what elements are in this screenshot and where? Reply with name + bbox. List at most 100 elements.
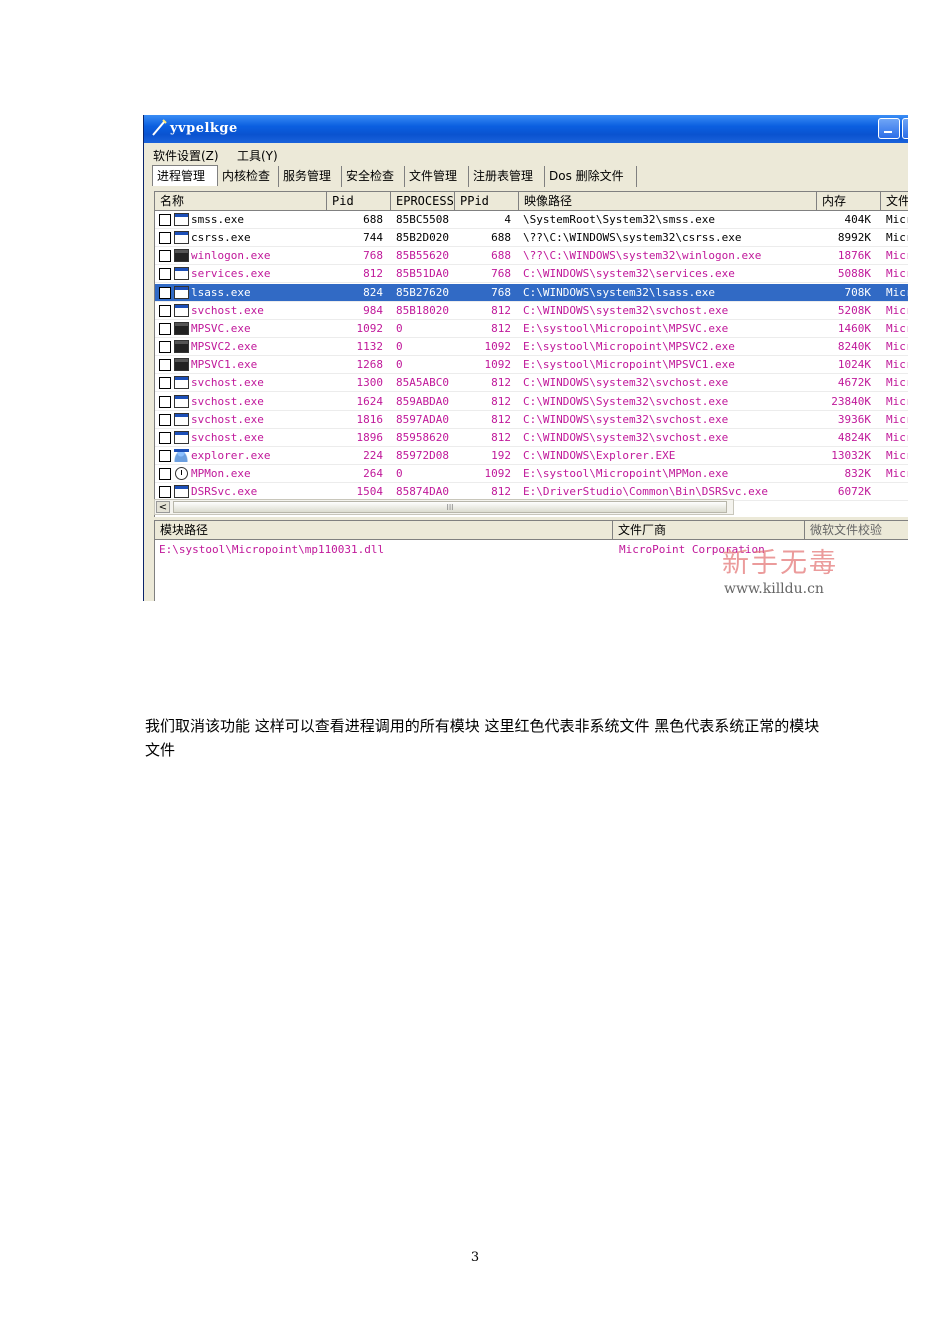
- table-row[interactable]: lsass.exe 824 85B27620 768 C:\WINDOWS\system…: [155, 283, 908, 302]
- cell-name: explorer.exe: [191, 448, 271, 462]
- process-table: 名称 Pid EPROCESS PPid 映像路径 内存 文件 smss.exe…: [154, 191, 908, 517]
- cell-eprocess: 0: [396, 321, 403, 335]
- table-row[interactable]: winlogon.exe 768 85B55620 688 \??\C:\WINDOWS…: [155, 247, 908, 266]
- col-image-path[interactable]: 映像路径: [519, 192, 817, 210]
- row-checkbox[interactable]: [159, 250, 171, 263]
- cell-name: svchost.exe: [191, 430, 264, 444]
- cell-path: \??\C:\WINDOWS\system32\winlogon.exe: [523, 249, 762, 263]
- cell-ppid: 812: [491, 321, 511, 335]
- table-row[interactable]: smss.exe 688 85BC5508 4 \SystemRoot\System32…: [155, 211, 908, 229]
- cell-pid: 1132: [356, 340, 384, 354]
- cell-name: lsass.exe: [191, 285, 251, 299]
- table-row[interactable]: svchost.exe 1816 8597ADA0 812 C:\WINDOWS\sys…: [155, 411, 908, 429]
- menu-settings[interactable]: 软件设置(Z): [153, 147, 219, 164]
- minimize-button[interactable]: [878, 118, 900, 139]
- col-ppid[interactable]: PPid: [455, 192, 519, 210]
- table-row[interactable]: csrss.exe 744 85B2D020 688 \??\C:\WINDOWS\sy…: [155, 229, 908, 248]
- row-checkbox[interactable]: [159, 377, 171, 390]
- row-checkbox[interactable]: [159, 322, 171, 335]
- minimize-icon: [884, 131, 892, 133]
- col-module-path[interactable]: 模块路径: [155, 521, 613, 539]
- col-name[interactable]: 名称: [155, 192, 327, 210]
- cell-company: Micr: [886, 321, 908, 335]
- cell-ppid: 812: [491, 394, 511, 408]
- table-row[interactable]: svchost.exe 1624 859ABDA0 812 C:\WINDOWS\Sys…: [155, 393, 908, 411]
- table-row[interactable]: MPSVC2.exe 1132 0 1092 E:\systool\Micropoint…: [155, 338, 908, 357]
- row-checkbox[interactable]: [159, 286, 171, 299]
- tab-dos-delete[interactable]: Dos 删除文件: [545, 166, 637, 187]
- row-checkbox[interactable]: [159, 486, 171, 499]
- table-row[interactable]: services.exe 812 85B51DA0 768 C:\WINDOWS\sys…: [155, 265, 908, 284]
- cell-mem: 3936K: [837, 412, 871, 426]
- maximize-button[interactable]: [902, 118, 908, 139]
- cell-pid: 744: [363, 231, 383, 245]
- cell-pid: 1300: [356, 376, 384, 390]
- cell-name: smss.exe: [191, 213, 244, 226]
- table-row[interactable]: svchost.exe 1896 85958620 812 C:\WINDOWS\sys…: [155, 429, 908, 447]
- tab-registry[interactable]: 注册表管理: [469, 166, 545, 187]
- window-icon: [174, 213, 189, 226]
- col-pid[interactable]: Pid: [327, 192, 391, 210]
- col-ms-verify[interactable]: 微软文件校验: [805, 521, 908, 539]
- cell-pid: 984: [363, 303, 383, 317]
- cell-eprocess: 8597ADA0: [396, 412, 449, 426]
- cell-path: E:\systool\Micropoint\MPSVC2.exe: [523, 340, 735, 354]
- cell-ppid: 812: [491, 412, 511, 426]
- col-eprocess[interactable]: EPROCESS: [391, 192, 455, 210]
- table-row[interactable]: MPSVC1.exe 1268 0 1092 E:\systool\Micropoint…: [155, 356, 908, 375]
- row-checkbox[interactable]: [159, 214, 171, 226]
- cell-name: services.exe: [191, 267, 271, 281]
- row-checkbox[interactable]: [159, 449, 171, 462]
- tab-security[interactable]: 安全检查: [342, 166, 405, 187]
- tab-services[interactable]: 服务管理: [279, 166, 342, 187]
- tab-files[interactable]: 文件管理: [405, 166, 469, 187]
- row-checkbox[interactable]: [159, 395, 171, 408]
- row-checkbox[interactable]: [159, 413, 171, 426]
- row-checkbox[interactable]: [159, 232, 171, 245]
- cell-ppid: 688: [491, 249, 511, 263]
- window-icon: [174, 303, 189, 317]
- row-checkbox[interactable]: [159, 341, 171, 354]
- cell-eprocess: 85B27620: [396, 285, 449, 299]
- window-icon: [174, 231, 189, 245]
- cell-name: svchost.exe: [191, 394, 264, 408]
- process-manager-window: yvpelkge 软件设置(Z) 工具(Y) 进程管理 内核检查 服务管理 安全…: [143, 115, 908, 601]
- row-checkbox[interactable]: [159, 431, 171, 444]
- menu-tools[interactable]: 工具(Y): [237, 147, 278, 164]
- col-vendor[interactable]: 文件厂商: [613, 521, 805, 539]
- table-row[interactable]: explorer.exe 224 85972D08 192 C:\WINDOWS\Exp…: [155, 447, 908, 465]
- table-row[interactable]: MPSVC.exe 1092 0 812 E:\systool\Micropoint\M…: [155, 320, 908, 338]
- cell-mem: 8992K: [837, 231, 871, 245]
- cell-path: C:\WINDOWS\system32\svchost.exe: [523, 430, 729, 444]
- table-row[interactable]: MPMon.exe 264 0 1092 E:\systool\Micropoint\M…: [155, 465, 908, 484]
- row-checkbox[interactable]: [159, 268, 171, 281]
- cell-company: Micr: [886, 285, 908, 299]
- cell-name: MPSVC2.exe: [191, 340, 258, 354]
- cell-path: C:\WINDOWS\system32\svchost.exe: [523, 412, 729, 426]
- horizontal-scrollbar[interactable]: < III: [154, 499, 734, 515]
- cell-eprocess: 0: [396, 340, 403, 354]
- clock-icon: [175, 467, 188, 481]
- window-icon: [174, 267, 189, 281]
- cell-name: MPMon.exe: [191, 467, 251, 481]
- row-checkbox[interactable]: [159, 468, 171, 481]
- scroll-thumb[interactable]: III: [173, 501, 727, 513]
- col-file[interactable]: 文件: [881, 192, 908, 210]
- tab-process[interactable]: 进程管理: [152, 165, 218, 186]
- table-row[interactable]: svchost.exe 984 85B18020 812 C:\WINDOWS\syst…: [155, 302, 908, 320]
- row-checkbox[interactable]: [159, 359, 171, 372]
- window-icon: [174, 285, 189, 299]
- cell-path: E:\systool\Micropoint\MPMon.exe: [523, 467, 729, 481]
- cell-company: Micr: [886, 467, 908, 481]
- menu-bar: 软件设置(Z) 工具(Y): [144, 143, 908, 165]
- cell-pid: 1816: [356, 412, 384, 426]
- scroll-left-icon[interactable]: <: [156, 501, 170, 513]
- cell-ppid: 688: [491, 231, 511, 245]
- title-bar[interactable]: yvpelkge: [144, 115, 908, 143]
- row-checkbox[interactable]: [159, 304, 171, 317]
- table-row[interactable]: svchost.exe 1300 85A5ABC0 812 C:\WINDOWS\sys…: [155, 374, 908, 393]
- cell-mem: 1876K: [837, 249, 871, 263]
- cell-mem: 404K: [844, 213, 872, 226]
- col-memory[interactable]: 内存: [817, 192, 881, 210]
- tab-kernel[interactable]: 内核检查: [218, 166, 279, 187]
